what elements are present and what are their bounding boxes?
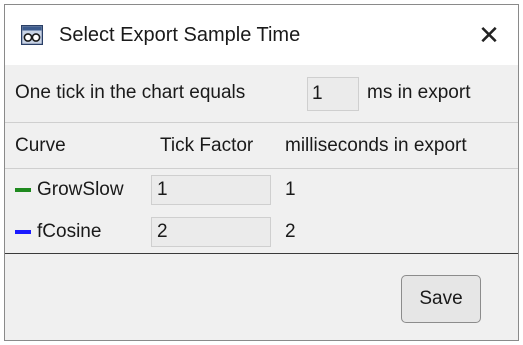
curve-name: fCosine [37, 221, 102, 242]
column-header-tick-factor: Tick Factor [160, 135, 254, 156]
table-row: GrowSlow 1 [5, 168, 518, 212]
tick-factor-input[interactable] [151, 217, 271, 247]
curve-color-swatch [15, 230, 31, 234]
tick-factor-input[interactable] [151, 175, 271, 205]
save-button[interactable]: Save [401, 275, 481, 323]
sample-time-suffix: ms in export [367, 82, 471, 103]
app-window-icon [20, 24, 44, 46]
dialog-body: One tick in the chart equals ms in expor… [5, 65, 518, 340]
curve-color-swatch [15, 188, 31, 192]
sample-time-prefix: One tick in the chart equals [15, 82, 246, 103]
ms-in-export-value: 1 [285, 179, 296, 200]
title-bar: Select Export Sample Time ✕ [5, 5, 518, 65]
sample-time-row: One tick in the chart equals ms in expor… [5, 65, 518, 123]
window-title: Select Export Sample Time [59, 24, 301, 46]
export-sample-time-dialog: Select Export Sample Time ✕ One tick in … [4, 4, 519, 341]
close-button[interactable]: ✕ [460, 5, 518, 65]
table-row: fCosine 2 [5, 211, 518, 254]
column-header-curve: Curve [15, 135, 66, 156]
curve-name: GrowSlow [37, 179, 124, 200]
ms-in-export-value: 2 [285, 221, 296, 242]
column-header-milliseconds: milliseconds in export [285, 135, 467, 156]
close-icon: ✕ [478, 19, 500, 50]
table-header: Curve Tick Factor milliseconds in export [5, 122, 518, 168]
sample-time-input[interactable] [307, 77, 359, 111]
